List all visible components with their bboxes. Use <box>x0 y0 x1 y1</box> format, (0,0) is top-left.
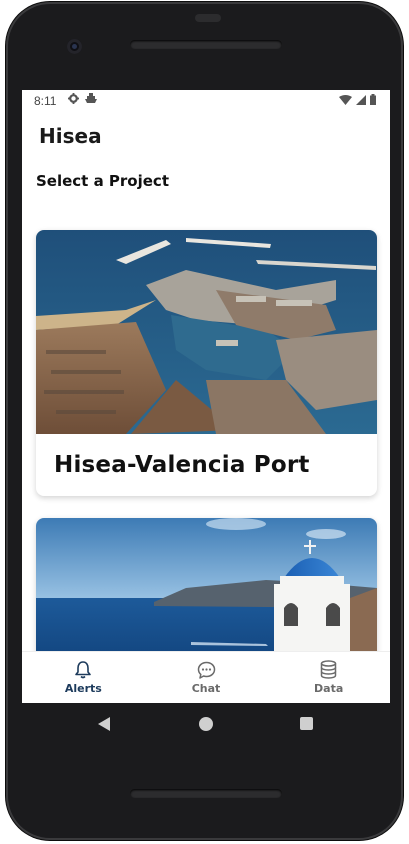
bottom-speaker-grille <box>130 789 282 798</box>
back-icon[interactable] <box>98 717 110 731</box>
app-screen: 8:11 Hisea Select a Project Hisea-Valenc… <box>22 90 390 703</box>
tab-label: Alerts <box>64 682 102 695</box>
bell-icon <box>75 661 92 679</box>
tab-chat[interactable]: Chat <box>145 652 268 703</box>
tab-label: Chat <box>191 681 221 695</box>
bottom-tab-bar: Alerts Chat Data <box>22 651 390 703</box>
system-nav-bar <box>22 703 390 745</box>
home-icon[interactable] <box>199 717 213 731</box>
ship-icon <box>85 93 97 103</box>
recents-icon[interactable] <box>300 717 313 730</box>
top-speaker-grille <box>130 40 282 49</box>
section-title: Select a Project <box>36 172 169 190</box>
front-camera <box>67 39 82 54</box>
wifi-icon <box>339 94 352 105</box>
tab-data[interactable]: Data <box>267 652 390 703</box>
database-icon <box>320 660 337 679</box>
chat-bubble-icon <box>197 661 215 679</box>
status-time: 8:11 <box>34 94 57 108</box>
project-name: Hisea-Valencia Port <box>54 452 310 478</box>
signal-icon <box>356 94 366 105</box>
page-title: Hisea <box>39 124 102 148</box>
battery-icon <box>370 94 376 105</box>
earpiece-slot <box>195 14 221 22</box>
project-card[interactable]: Hisea-Valencia Port <box>36 230 377 496</box>
tab-label: Data <box>314 682 344 695</box>
status-bar: 8:11 <box>22 90 390 112</box>
tab-alerts[interactable]: Alerts <box>22 652 145 703</box>
project-image-port <box>36 230 377 434</box>
gear-icon <box>68 93 79 104</box>
